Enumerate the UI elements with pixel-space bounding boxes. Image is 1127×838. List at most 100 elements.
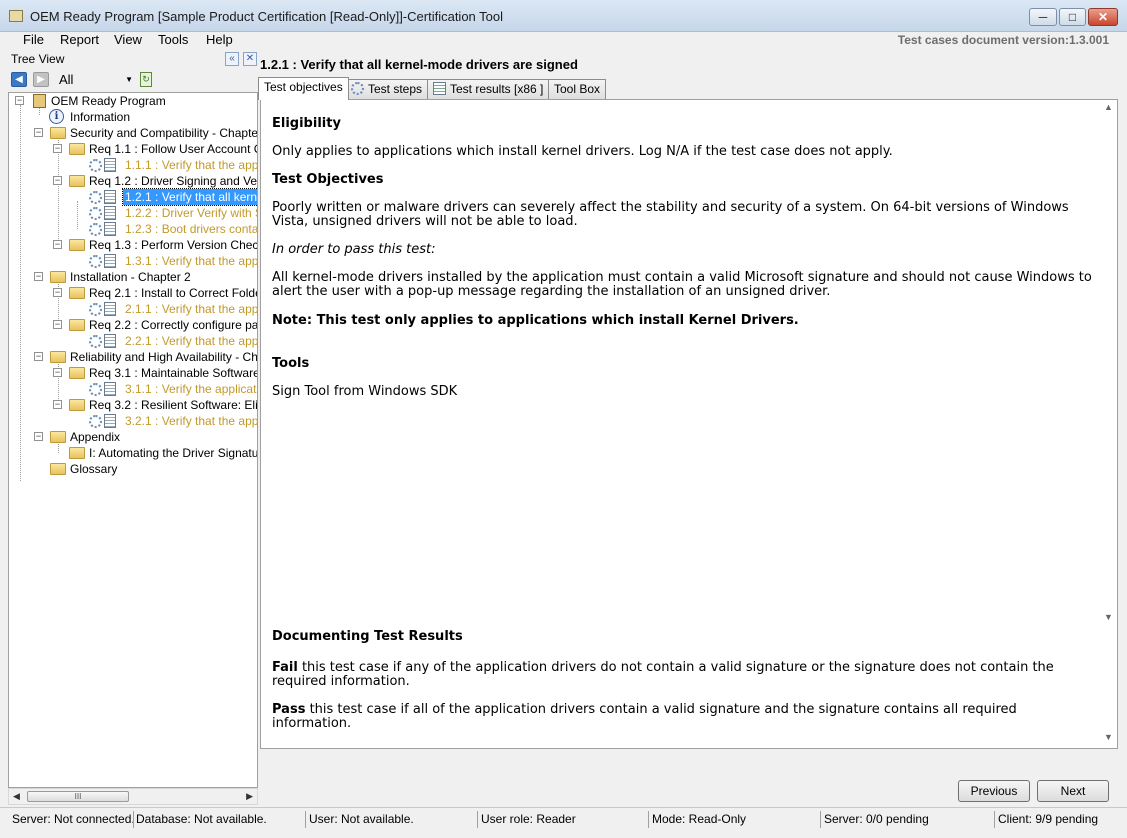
tab-test-results[interactable]: Test results [x86 ] <box>427 79 550 99</box>
test-case-icon <box>89 205 119 221</box>
pass-intro: In order to pass this test: <box>272 242 436 257</box>
folder-icon <box>50 271 66 283</box>
collapse-icon[interactable]: − <box>34 352 43 361</box>
pass-paragraph: Pass this test case if all of the applic… <box>272 703 1092 731</box>
tree-item-label: Req 1.1 : Follow User Account Cont <box>89 142 257 156</box>
fail-paragraph: Fail this test case if any of the applic… <box>272 661 1092 689</box>
window-title: OEM Ready Program [Sample Product Certif… <box>30 9 504 24</box>
test-case-icon <box>89 381 119 397</box>
back-arrow-icon[interactable]: ◀ <box>11 72 27 87</box>
minimize-icon: ─ <box>1038 10 1048 24</box>
menu-bar: File Report View Tools Help Test cases d… <box>0 32 1127 52</box>
tab-label: Test steps <box>368 82 423 96</box>
tree-filter-select[interactable]: All ▼ <box>57 71 135 89</box>
tree-item-label: Information <box>70 110 131 124</box>
next-button[interactable]: Next <box>1037 780 1109 802</box>
tree-item-label: Reliability and High Availability - Chap… <box>70 350 258 364</box>
tab-label: Tool Box <box>554 82 601 96</box>
menu-tools[interactable]: Tools <box>158 32 188 48</box>
menu-view[interactable]: View <box>114 32 142 48</box>
folder-icon <box>50 351 66 363</box>
tab-content: Eligibility Only applies to applications… <box>260 99 1118 749</box>
status-mode: Mode: Read-Only <box>652 812 747 826</box>
collapse-icon[interactable]: − <box>53 176 62 185</box>
status-divider <box>133 811 134 828</box>
scroll-up-icon[interactable]: ▲ <box>1104 102 1113 112</box>
collapse-icon[interactable]: − <box>53 288 62 297</box>
status-divider <box>477 811 478 828</box>
collapse-icon[interactable]: − <box>15 96 24 105</box>
tree-item-label: 3.1.1 : Verify the application <box>125 382 258 396</box>
info-icon: i <box>49 109 64 124</box>
status-divider <box>820 811 821 828</box>
folder-icon <box>69 287 85 299</box>
scroll-right-icon[interactable]: ▶ <box>246 791 253 802</box>
collapse-icon[interactable]: − <box>53 144 62 153</box>
scrollbar-thumb[interactable]: III <box>27 791 129 802</box>
collapse-panel-icon[interactable]: « <box>225 52 239 66</box>
test-case-icon <box>89 253 119 269</box>
test-case-icon <box>89 333 119 349</box>
pass-text: this test case if all of the application… <box>272 702 1017 731</box>
tree-item-label: 2.1.1 : Verify that the applica <box>125 302 258 316</box>
tab-label: Test objectives <box>264 80 343 94</box>
note-text: Note: This test only applies to applicat… <box>272 313 799 328</box>
tree-item-label: 2.2.1 : Verify that the applica <box>125 334 258 348</box>
test-case-title: 1.2.1 : Verify that all kernel-mode driv… <box>260 57 578 72</box>
collapse-icon[interactable]: − <box>34 432 43 441</box>
tab-label: Test results [x86 ] <box>450 82 544 96</box>
folder-icon <box>50 431 66 443</box>
fail-text: this test case if any of the application… <box>272 660 1054 689</box>
test-case-icon <box>89 301 119 317</box>
menu-file[interactable]: File <box>23 32 44 48</box>
tree-line <box>20 105 21 481</box>
tree-horizontal-scrollbar[interactable]: ◀ III ▶ <box>8 788 258 805</box>
close-button[interactable]: ✕ <box>1088 8 1118 26</box>
tab-test-steps[interactable]: Test steps <box>345 79 429 99</box>
collapse-icon[interactable]: − <box>34 128 43 137</box>
collapse-icon[interactable]: − <box>53 400 62 409</box>
maximize-icon: □ <box>1068 10 1077 24</box>
eligibility-text: Only applies to applications which insta… <box>272 144 893 159</box>
content-vertical-scrollbar[interactable]: ▲ ▼ ▼ <box>1100 100 1117 748</box>
documenting-heading: Documenting Test Results <box>272 629 463 644</box>
tree-item-label: 1.2.3 : Boot drivers contain E <box>125 222 258 236</box>
tree-filter-value: All <box>59 72 74 87</box>
test-case-icon <box>89 221 119 237</box>
folder-icon <box>69 239 85 251</box>
tree-item-label: 3.2.1 : Verify that the applica <box>125 414 258 428</box>
tree-item-label: I: Automating the Driver Signature V <box>89 446 258 460</box>
pass-label: Pass <box>272 702 306 717</box>
scroll-down-icon[interactable]: ▼ <box>1104 732 1113 742</box>
refresh-icon[interactable]: ↻ <box>140 72 152 87</box>
menu-help[interactable]: Help <box>206 32 233 48</box>
tree-line <box>77 201 78 229</box>
test-case-icon <box>89 157 119 173</box>
scroll-left-icon[interactable]: ◀ <box>13 791 20 802</box>
minimize-button[interactable]: ─ <box>1029 8 1057 26</box>
status-divider <box>994 811 995 828</box>
status-database: Database: Not available. <box>136 812 267 826</box>
collapse-icon[interactable]: − <box>53 240 62 249</box>
folder-icon <box>50 127 66 139</box>
tree-item-label: Req 2.2 : Correctly configure packag <box>89 318 258 332</box>
collapse-icon[interactable]: − <box>53 320 62 329</box>
forward-arrow-icon[interactable]: ▶ <box>33 72 49 87</box>
tree-item-label: 1.2.1 : Verify that all kernel-m <box>121 188 257 206</box>
tab-test-objectives[interactable]: Test objectives <box>258 77 349 100</box>
tools-text: Sign Tool from Windows SDK <box>272 384 458 399</box>
collapse-icon[interactable]: − <box>34 272 43 281</box>
tree-toolbar: ◀ ▶ All ▼ ↻ <box>8 70 258 90</box>
close-icon: ✕ <box>1097 10 1109 24</box>
maximize-button[interactable]: □ <box>1059 8 1086 26</box>
tools-heading: Tools <box>272 356 310 371</box>
tab-tool-box[interactable]: Tool Box <box>548 79 607 99</box>
app-icon <box>9 10 23 22</box>
menu-report[interactable]: Report <box>60 32 99 48</box>
test-case-icon <box>89 413 119 429</box>
status-divider <box>648 811 649 828</box>
previous-button[interactable]: Previous <box>958 780 1030 802</box>
scroll-down-icon[interactable]: ▼ <box>1104 612 1113 622</box>
collapse-icon[interactable]: − <box>53 368 62 377</box>
close-panel-icon[interactable]: ✕ <box>243 52 257 66</box>
